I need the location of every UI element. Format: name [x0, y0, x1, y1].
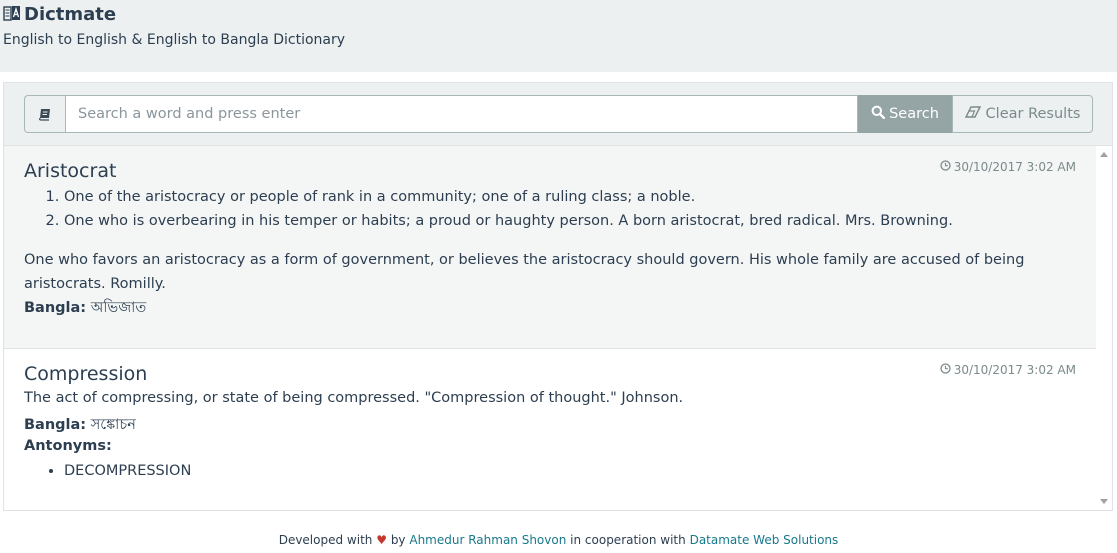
eraser-icon — [964, 106, 981, 122]
timestamp-text: 30/10/2017 3:02 AM — [953, 363, 1076, 377]
author-link[interactable]: Ahmedur Rahman Shovon — [409, 533, 566, 547]
results-scrollbar[interactable] — [1096, 146, 1112, 510]
brand: Dictmate — [3, 3, 116, 25]
bangla-label: Bangla: — [24, 417, 87, 433]
antonyms-heading: Antonyms: — [24, 438, 112, 454]
footer-middle: in cooperation with — [570, 533, 686, 547]
antonyms-label: Antonyms: — [24, 438, 112, 454]
result-entry: Aristocrat 30/10/2017 3:02 AM One of the… — [4, 146, 1096, 349]
search-button[interactable]: Search — [858, 95, 952, 133]
definition-item: One who is overbearing in his temper or … — [64, 209, 953, 233]
result-word: Aristocrat — [24, 160, 117, 182]
app-header: Dictmate English to English & English to… — [0, 0, 1117, 72]
footer-by: by — [390, 533, 406, 547]
antonym-item: DECOMPRESSION — [64, 459, 191, 483]
result-word: Compression — [24, 363, 148, 385]
search-icon — [871, 105, 886, 123]
clear-button-label: Clear Results — [985, 106, 1081, 122]
clock-icon — [940, 363, 951, 377]
search-button-label: Search — [889, 106, 939, 122]
definition-paragraph: One who favors an aristocracy as a form … — [24, 252, 1025, 292]
footer: Developed with ♥ by Ahmedur Rahman Shovo… — [0, 533, 1117, 547]
app-title: Dictmate — [24, 3, 117, 25]
bangla-text: অভিজাত — [90, 300, 147, 316]
bangla-meaning: Bangla: অভিজাত — [24, 297, 146, 321]
result-entry: Compression 30/10/2017 3:02 AM The act o… — [4, 349, 1096, 510]
results-list[interactable]: Aristocrat 30/10/2017 3:02 AM One of the… — [4, 146, 1096, 510]
bangla-meaning: Bangla: সঙ্কোচন — [24, 414, 136, 438]
result-timestamp: 30/10/2017 3:02 AM — [940, 363, 1076, 377]
bangla-text: সঙ্কোচন — [90, 417, 136, 433]
dictionary-panel: Search Clear Results Aristocrat — [3, 82, 1113, 511]
search-input[interactable] — [65, 95, 858, 133]
timestamp-text: 30/10/2017 3:02 AM — [953, 160, 1076, 174]
antonyms-list: DECOMPRESSION — [24, 459, 191, 483]
search-bar: Search Clear Results — [4, 83, 1112, 146]
definition-text: The act of compressing, or state of bein… — [24, 390, 684, 406]
dictionary-logo-icon — [3, 5, 21, 23]
app-subtitle: English to English & English to Bangla D… — [3, 32, 346, 48]
footer-prefix: Developed with — [278, 533, 373, 547]
company-link[interactable]: Datamate Web Solutions — [690, 533, 839, 547]
scroll-up-arrow-icon[interactable] — [1100, 152, 1108, 157]
bangla-label: Bangla: — [24, 300, 87, 316]
heart-icon: ♥ — [376, 533, 387, 547]
clear-results-button[interactable]: Clear Results — [952, 95, 1093, 133]
book-icon — [24, 95, 65, 133]
scroll-down-arrow-icon[interactable] — [1100, 499, 1108, 504]
clock-icon — [940, 160, 951, 174]
definition-list: One of the aristocracy or people of rank… — [24, 185, 953, 233]
result-timestamp: 30/10/2017 3:02 AM — [940, 160, 1076, 174]
definition-item: One of the aristocracy or people of rank… — [64, 185, 953, 209]
